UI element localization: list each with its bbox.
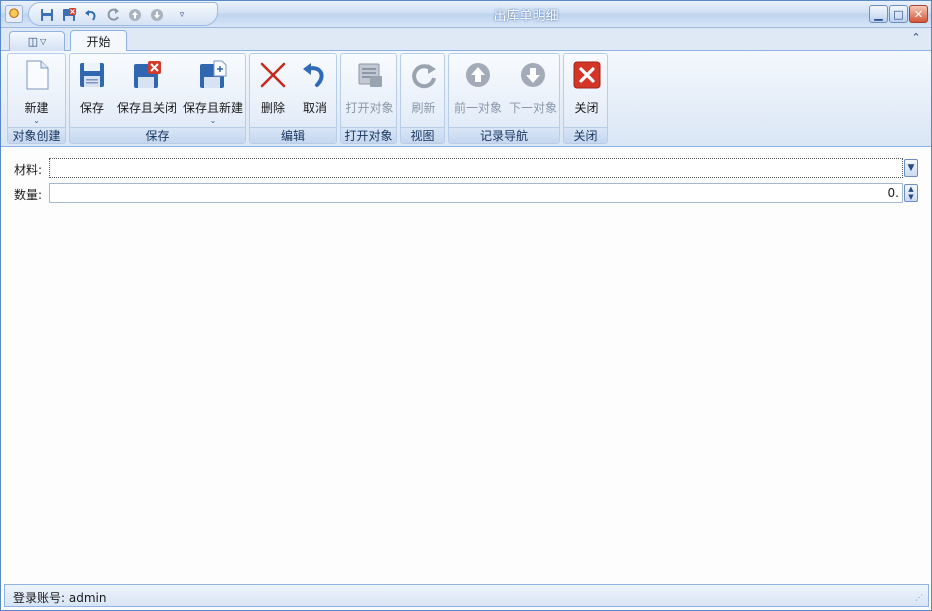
close-window-button[interactable]: ✕ [909, 5, 928, 23]
save-icon[interactable] [38, 6, 56, 23]
redo-icon[interactable] [104, 6, 122, 23]
maximize-button[interactable]: □ [889, 5, 908, 23]
app-logo-icon[interactable] [5, 5, 23, 23]
delete-label: 删除 [260, 101, 285, 115]
ribbon-tabstrip: ◫ ▽ 开始 ⌃ [1, 28, 931, 52]
resize-grip-icon[interactable]: ⋰ [915, 593, 925, 603]
group-save: 保存 保存且关闭 保存且新建 ⌄ 保存 [69, 53, 246, 144]
group-view: 刷新 视图 [400, 53, 445, 144]
prev-object-button[interactable]: 前一对象 [451, 58, 505, 126]
group-edit: 删除 取消 编辑 [249, 53, 337, 144]
customize-icon[interactable]: ▿ [173, 6, 191, 23]
main-window: ▿ 出库单明细 ▁ □ ✕ ◫ ▽ 开始 ⌃ 新建 ⌄ 对象创建 保存 保存且关… [0, 0, 932, 611]
arrow-up-circle-icon [463, 60, 493, 90]
chevron-down-icon: ▼ [907, 163, 915, 173]
refresh-button[interactable]: 刷新 [403, 58, 444, 126]
delete-icon [258, 60, 288, 90]
status-bar: 登录账号: admin ⋰ [4, 584, 929, 607]
save-new-icon [198, 60, 228, 90]
arrow-down-circle-icon [518, 60, 548, 90]
quantity-label: 数量: [14, 188, 43, 202]
save-close-icon[interactable] [60, 6, 78, 23]
spin-up-icon[interactable]: ▲ [905, 185, 917, 193]
close-icon: ✕ [913, 7, 924, 21]
close-button[interactable]: 关闭 [566, 58, 607, 126]
group-label-close: 关闭 [564, 127, 607, 143]
group-label-edit: 编辑 [250, 127, 336, 143]
quantity-stepper: ▲ ▼ [904, 184, 918, 202]
chevron-down-icon: ▽ [40, 37, 47, 46]
next-object-label: 下一对象 [508, 101, 557, 115]
spin-down-icon[interactable]: ▼ [905, 193, 917, 201]
next-object-button[interactable]: 下一对象 [506, 58, 560, 126]
close-icon [572, 60, 602, 90]
app-menu-tab[interactable]: ◫ ▽ [9, 31, 65, 51]
panel-icon: ◫ [27, 35, 39, 48]
group-label-view: 视图 [401, 127, 444, 143]
material-row: 材料: ▼ [1, 158, 931, 178]
minimize-icon: ▁ [874, 7, 883, 21]
chevron-down-icon: ⌄ [209, 116, 217, 125]
cancel-label: 取消 [302, 101, 327, 115]
ribbon: 新建 ⌄ 对象创建 保存 保存且关闭 保存且新建 ⌄ 保存 删除 取消 编辑 打… [1, 51, 931, 147]
open-object-label: 打开对象 [345, 101, 394, 115]
material-label: 材料: [14, 163, 43, 177]
undo-icon[interactable] [82, 6, 100, 23]
group-label-open: 打开对象 [341, 127, 396, 143]
refresh-icon [409, 60, 439, 90]
group-open: 打开对象 打开对象 [340, 53, 397, 144]
login-status: 登录账号: admin [13, 591, 107, 605]
maximize-icon: □ [893, 7, 904, 21]
open-object-button[interactable]: 打开对象 [343, 58, 396, 126]
refresh-label: 刷新 [411, 101, 436, 115]
tab-start[interactable]: 开始 [70, 30, 127, 52]
quick-access-toolbar: ▿ [28, 2, 218, 26]
quantity-input[interactable]: 0. [49, 183, 903, 203]
new-label: 新建 [24, 101, 49, 115]
prev-object-label: 前一对象 [453, 101, 502, 115]
down-icon[interactable] [148, 6, 166, 23]
group-label-nav: 记录导航 [449, 127, 559, 143]
save-close-button[interactable]: 保存且关闭 [116, 58, 178, 126]
title-bar: ▿ 出库单明细 ▁ □ ✕ [1, 1, 931, 28]
group-label-save: 保存 [70, 127, 245, 143]
undo-icon [300, 60, 330, 90]
delete-button[interactable]: 删除 [254, 58, 292, 126]
save-new-button[interactable]: 保存且新建 ⌄ [182, 58, 244, 126]
save-new-label: 保存且新建 [182, 101, 243, 115]
up-icon[interactable] [126, 6, 144, 23]
save-button[interactable]: 保存 [76, 58, 108, 126]
open-object-icon [355, 60, 385, 90]
material-combobox[interactable] [49, 158, 903, 178]
window-title: 出库单明细 [493, 9, 559, 24]
group-close: 关闭 关闭 [563, 53, 608, 144]
group-label-create: 对象创建 [8, 127, 65, 143]
group-create: 新建 ⌄ 对象创建 [7, 53, 66, 144]
close-label: 关闭 [574, 101, 599, 115]
collapse-ribbon-icon[interactable]: ⌃ [909, 31, 923, 47]
minimize-button[interactable]: ▁ [869, 5, 888, 23]
quantity-row: 数量: 0. ▲ ▼ [1, 183, 931, 203]
save-close-label: 保存且关闭 [116, 101, 177, 115]
group-nav: 前一对象 下一对象 记录导航 [448, 53, 560, 144]
save-icon [77, 60, 107, 90]
material-dropdown-button[interactable]: ▼ [904, 159, 918, 177]
new-button[interactable]: 新建 ⌄ [14, 58, 59, 126]
new-document-icon [22, 60, 52, 90]
save-close-icon [132, 60, 162, 90]
save-label: 保存 [79, 101, 104, 115]
chevron-down-icon: ⌄ [33, 116, 40, 125]
cancel-button[interactable]: 取消 [296, 58, 334, 126]
